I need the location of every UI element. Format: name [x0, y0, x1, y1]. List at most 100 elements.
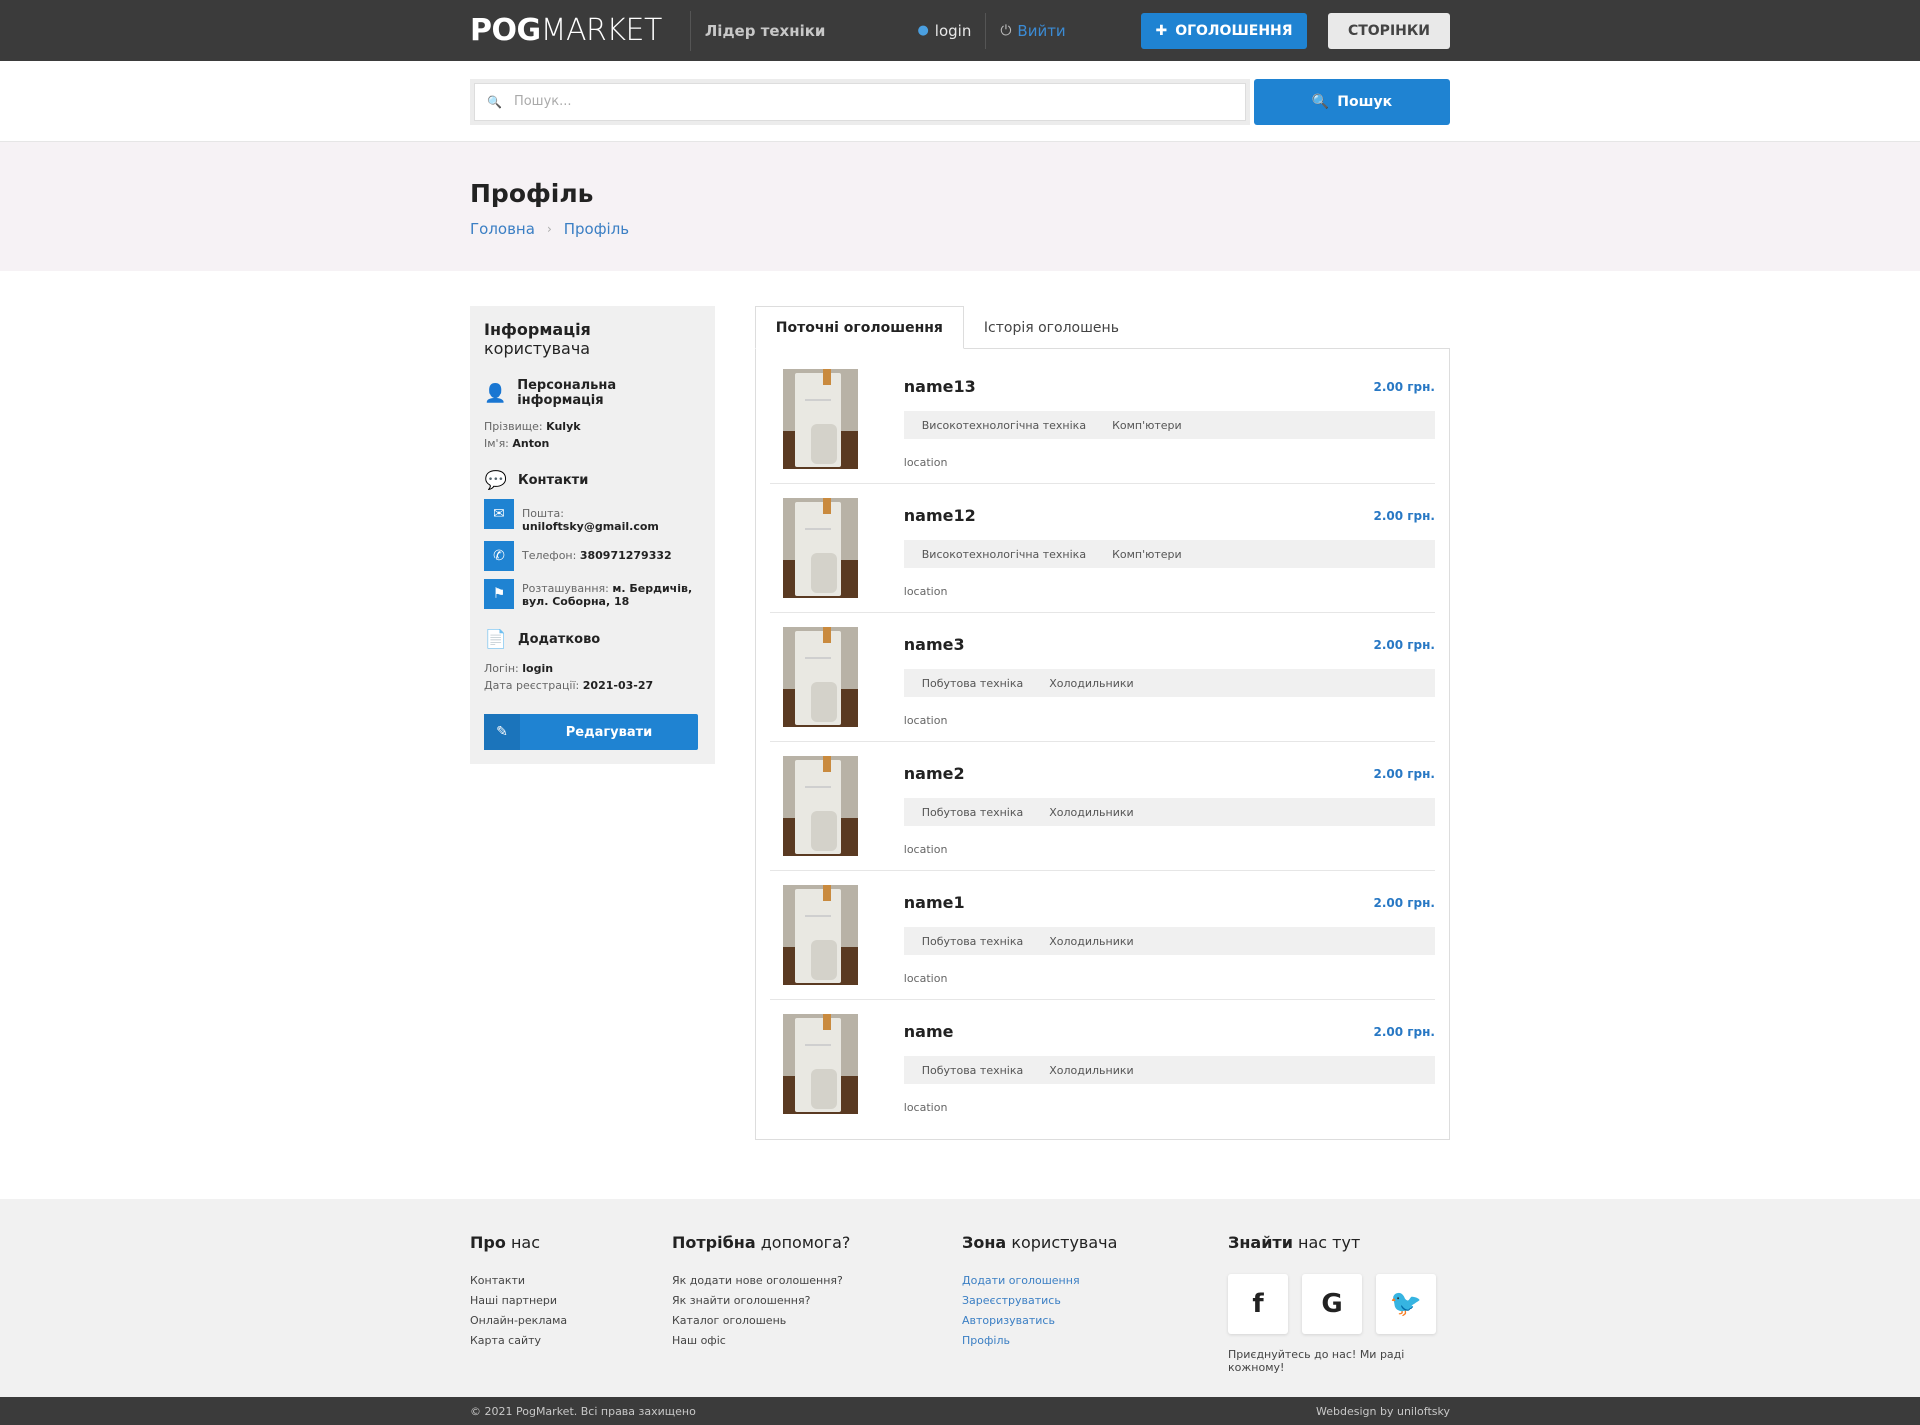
search-input[interactable]	[513, 94, 1245, 109]
add-ad-button[interactable]: ✚ ОГОЛОШЕННЯ	[1141, 12, 1307, 49]
listing-location: location	[903, 843, 948, 856]
login-row: Логін: login	[484, 662, 554, 675]
logo[interactable]: POGMARKET	[470, 13, 662, 48]
power-icon: ⏻	[1000, 22, 1012, 39]
listing-thumbnail[interactable]	[782, 756, 858, 856]
listing-item[interactable]: name2 2.00 грн. Побутова техніка Холодильн…	[769, 742, 1435, 871]
category-tag[interactable]: Високотехнологічна техніка	[922, 419, 1086, 432]
tab-ads-history[interactable]: Історія оголошень	[964, 306, 1139, 349]
google-icon[interactable]: G	[1302, 1274, 1362, 1334]
footer: Про нас Контакти Наші партнери Онлайн-ре…	[0, 1199, 1920, 1397]
subcategory-tag[interactable]: Холодильники	[1049, 935, 1133, 948]
listing-thumbnail[interactable]	[782, 369, 858, 469]
listing-location: location	[903, 972, 948, 985]
listing-thumbnail[interactable]	[782, 498, 858, 598]
main-content: Інформація користувача 👤 Персональна інф…	[0, 271, 1920, 1140]
listing-thumbnail[interactable]	[782, 1014, 858, 1114]
logout-link[interactable]: ⏻ Вийти	[1000, 22, 1065, 40]
listing-title[interactable]: name1	[904, 893, 965, 912]
sidebar-title: Інформація користувача	[484, 320, 591, 358]
envelope-icon: ✉	[484, 499, 514, 529]
twitter-icon[interactable]: 🐦	[1376, 1274, 1436, 1334]
footer-link[interactable]: Як знайти оголошення?	[672, 1294, 962, 1307]
listing-item[interactable]: name13 2.00 грн. Високотехнологічна техні…	[769, 355, 1435, 484]
listing-price: 2.00 грн.	[1373, 637, 1436, 652]
logout-label: Вийти	[1017, 21, 1066, 40]
extra-info-heading: 📄 Додатково	[484, 629, 601, 650]
search-icon: 🔍	[487, 94, 502, 109]
facebook-icon[interactable]: f	[1228, 1274, 1288, 1334]
contacts-heading: 💬 Контакти	[484, 470, 589, 491]
footer-link[interactable]: Додати оголошення	[962, 1274, 1228, 1287]
footer-link[interactable]: Наші партнери	[470, 1294, 672, 1307]
footer-link[interactable]: Наш офіс	[672, 1334, 962, 1347]
subcategory-tag[interactable]: Холодильники	[1049, 677, 1133, 690]
footer-link[interactable]: Профіль	[962, 1334, 1228, 1347]
listing-categories: Високотехнологічна техніка Комп'ютери	[903, 411, 1435, 439]
listing-thumbnail[interactable]	[782, 885, 858, 985]
listing-thumbnail[interactable]	[782, 627, 858, 727]
listing-title[interactable]: name13	[904, 377, 976, 396]
listing-location: location	[903, 1101, 948, 1114]
listing-categories: Побутова техніка Холодильники	[903, 1056, 1435, 1084]
user-login-link[interactable]: ● login	[917, 22, 971, 40]
listing-item[interactable]: name3 2.00 грн. Побутова техніка Холодильн…	[769, 613, 1436, 742]
breadcrumb-current[interactable]: Профіль	[564, 220, 629, 238]
file-icon: 📄	[484, 629, 508, 650]
listing-title[interactable]: name12	[904, 506, 976, 525]
subcategory-tag[interactable]: Холодильники	[1049, 1064, 1133, 1077]
listing-title[interactable]: name2	[904, 764, 965, 783]
listing-item[interactable]: name 2.00 грн. Побутова техніка Холодильни…	[770, 1000, 1435, 1129]
footer-about: Про нас Контакти Наші партнери Онлайн-ре…	[470, 1233, 672, 1374]
category-tag[interactable]: Побутова техніка	[922, 806, 1023, 819]
phone-icon: ✆	[484, 541, 514, 571]
listing-item[interactable]: name1 2.00 грн. Побутова техніка Холодильн…	[769, 871, 1435, 1000]
footer-link[interactable]: Карта сайту	[470, 1334, 672, 1347]
subcategory-tag[interactable]: Комп'ютери	[1112, 419, 1182, 432]
divider	[985, 12, 987, 49]
search-icon: 🔍	[1311, 93, 1330, 110]
category-tag[interactable]: Побутова техніка	[922, 935, 1023, 948]
chevron-right-icon: ›	[546, 222, 552, 236]
listing-categories: Побутова техніка Холодильники	[903, 927, 1435, 955]
listing-location: location	[903, 585, 948, 598]
footer-heading: Зона користувача	[962, 1233, 1118, 1252]
breadcrumb-home[interactable]: Головна	[470, 220, 535, 238]
breadcrumb: Головна › Профіль	[470, 220, 1450, 238]
listing-list: name13 2.00 грн. Високотехнологічна техні…	[754, 348, 1450, 1140]
footer-link[interactable]: Зареєструватись	[962, 1294, 1228, 1307]
user-info-sidebar: Інформація користувача 👤 Персональна інф…	[470, 306, 715, 764]
category-tag[interactable]: Високотехнологічна техніка	[922, 548, 1086, 561]
footer-link[interactable]: Контакти	[470, 1274, 672, 1287]
listing-categories: Високотехнологічна техніка Комп'ютери	[903, 540, 1435, 568]
edit-icon: ✎	[484, 714, 520, 750]
footer-heading: Знайти нас тут	[1228, 1233, 1361, 1252]
surname-row: Прізвище: Kulyk	[484, 420, 581, 433]
pages-button[interactable]: СТОРІНКИ	[1328, 12, 1450, 49]
social-note: Приєднуйтесь до нас! Ми раді кожному!	[1228, 1348, 1405, 1374]
listing-title[interactable]: name	[904, 1022, 954, 1041]
listings-panel: Поточні оголошення Історія оголошень nam…	[754, 306, 1450, 1140]
edit-profile-button[interactable]: ✎ Редагувати	[484, 714, 698, 750]
search-button[interactable]: 🔍 Пошук	[1254, 78, 1450, 125]
category-tag[interactable]: Побутова техніка	[922, 677, 1023, 690]
footer-link[interactable]: Каталог оголошень	[672, 1314, 962, 1327]
listing-location: location	[903, 456, 948, 469]
top-navbar: POGMARKET Лідер техніки ● login ⏻ Вийти …	[0, 0, 1920, 61]
listing-item[interactable]: name12 2.00 грн. Високотехнологічна техні…	[769, 484, 1435, 613]
plus-icon: ✚	[1155, 22, 1168, 39]
bottom-bar: © 2021 PogMarket. Всі права захищено Web…	[0, 1397, 1920, 1425]
footer-link[interactable]: Онлайн-реклама	[470, 1314, 672, 1327]
category-tag[interactable]: Побутова техніка	[922, 1064, 1023, 1077]
listing-location: location	[903, 714, 948, 727]
footer-link[interactable]: Як додати нове оголошення?	[672, 1274, 962, 1287]
listing-title[interactable]: name3	[904, 635, 965, 654]
footer-link[interactable]: Авторизуватись	[962, 1314, 1228, 1327]
subcategory-tag[interactable]: Комп'ютери	[1112, 548, 1182, 561]
subcategory-tag[interactable]: Холодильники	[1049, 806, 1133, 819]
search-box: 🔍	[470, 78, 1250, 125]
search-button-label: Пошук	[1337, 93, 1393, 110]
tab-current-ads[interactable]: Поточні оголошення	[754, 306, 964, 349]
listing-categories: Побутова техніка Холодильники	[903, 798, 1435, 826]
footer-user-zone: Зона користувача Додати оголошення Зареє…	[962, 1233, 1228, 1374]
